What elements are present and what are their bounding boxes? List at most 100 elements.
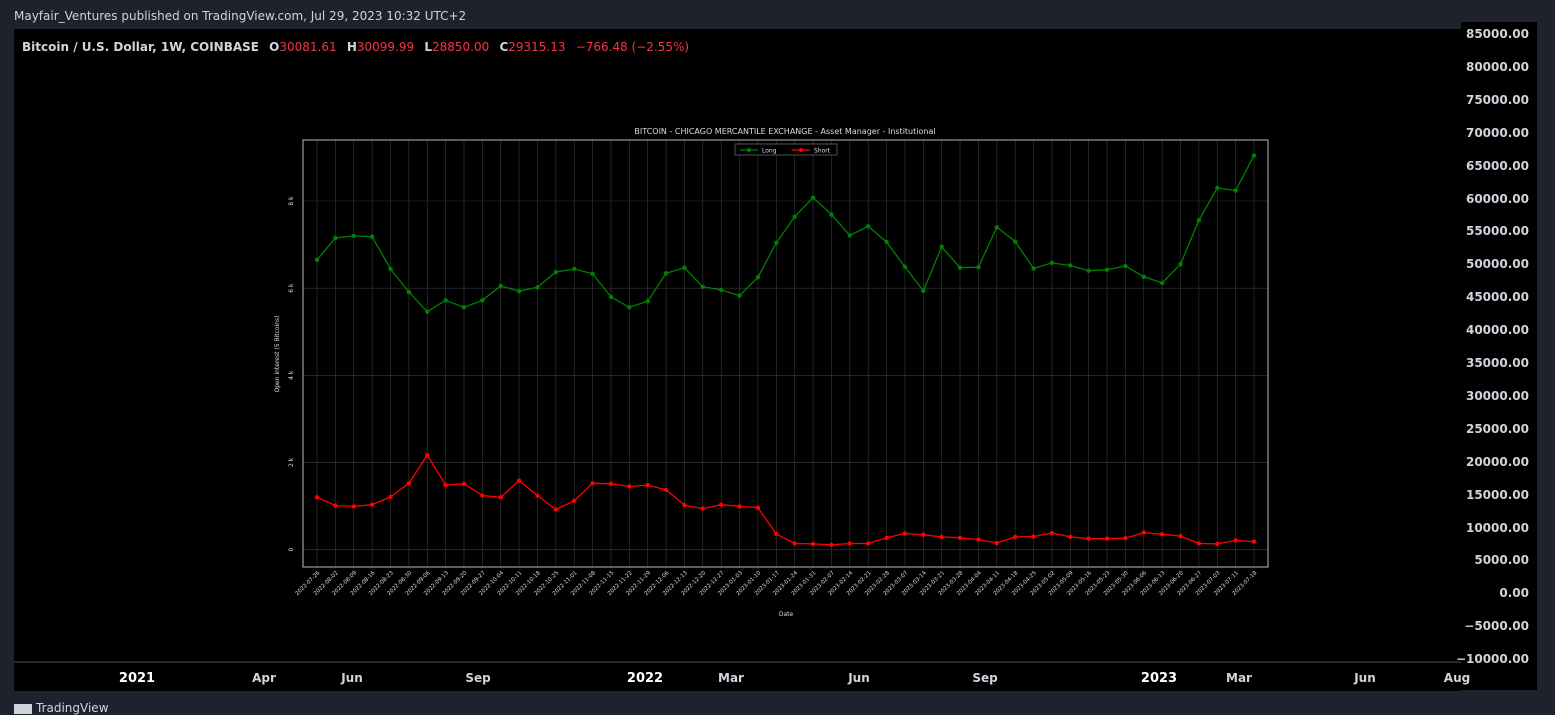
data-point-short [572, 498, 577, 503]
price-tick: 75000.00 [1465, 92, 1529, 107]
data-point-short [516, 478, 522, 483]
price-tick: 25000.00 [1465, 421, 1529, 436]
data-point-short [884, 535, 889, 541]
data-point-short [1141, 530, 1146, 535]
data-point-long [645, 299, 650, 304]
time-label: Jun [341, 671, 363, 685]
data-point-long [425, 309, 430, 314]
change-value: −766.48 (−2.55%) [575, 40, 690, 54]
time-label: 2022 [626, 671, 664, 686]
data-point-long [1251, 153, 1257, 158]
data-point-short [682, 502, 687, 508]
data-point-long [627, 305, 632, 310]
data-point-short [1049, 530, 1055, 536]
data-point-long [516, 288, 522, 294]
time-axis[interactable]: 2021 Apr Jun Sep 2022 Mar Jun Sep 2023 Mar Jun Aug [14, 662, 1470, 691]
data-point-long [1104, 267, 1110, 273]
data-point-short [1159, 532, 1165, 537]
chart-title: BITCOIN - CHICAGO MERCANTILE EXCHANGE - … [634, 127, 935, 136]
data-point-short [498, 495, 503, 500]
price-tick: −10000.00 [1455, 652, 1529, 667]
data-point-short [1123, 536, 1128, 541]
legend-long-marker [747, 148, 751, 152]
time-label: Jun [1354, 671, 1376, 685]
data-point-short [865, 541, 871, 546]
data-point-long [553, 269, 559, 275]
y-tick-label: 2 k [288, 457, 295, 467]
close-label: C [499, 40, 509, 54]
price-tick: 55000.00 [1465, 224, 1529, 239]
data-point-long [1031, 266, 1036, 271]
price-tick: 80000.00 [1465, 59, 1529, 74]
data-point-long [792, 214, 797, 219]
high-value: 30099.99 [356, 40, 415, 54]
price-tick: 50000.00 [1465, 257, 1529, 272]
embedded-cot-chart: BITCOIN - CHICAGO MERCANTILE EXCHANGE - … [274, 127, 1269, 618]
series-line-short [316, 453, 1255, 546]
data-point-long [369, 234, 375, 239]
y-tick-label: 6 k [288, 283, 295, 293]
data-point-long [663, 271, 669, 276]
price-tick: 65000.00 [1465, 158, 1529, 173]
x-axis-ticks: 2022-07-262022-08-022022-08-092022-08-16… [295, 570, 1259, 597]
data-point-short [976, 537, 981, 542]
data-point-long [1086, 268, 1091, 273]
data-point-short [847, 541, 853, 546]
data-point-short [351, 504, 356, 509]
data-point-short [737, 504, 742, 509]
symbol-name: Bitcoin / U.S. Dollar, 1W, COINBASE [22, 40, 259, 54]
data-point-short [1178, 533, 1183, 539]
data-point-short [608, 481, 614, 486]
price-tick: 20000.00 [1465, 454, 1529, 469]
data-point-long [829, 212, 834, 217]
data-point-long [884, 239, 889, 245]
time-label: Sep [465, 671, 491, 685]
data-point-short [333, 503, 338, 508]
price-tick: 0.00 [1499, 586, 1529, 601]
data-point-short [461, 481, 467, 486]
legend-long-label: Long [762, 148, 777, 155]
data-point-long [480, 298, 485, 303]
x-axis-label: Date [779, 611, 794, 618]
data-point-long [314, 257, 320, 263]
data-point-long [700, 284, 706, 290]
data-point-short [718, 502, 724, 507]
data-point-short [443, 482, 448, 488]
data-point-short [921, 532, 926, 537]
data-point-short [1251, 539, 1257, 544]
legend-short-marker [799, 148, 803, 152]
data-point-short [645, 482, 650, 488]
price-tick: 70000.00 [1465, 125, 1529, 140]
open-label: O [269, 40, 280, 54]
time-label: 2023 [1140, 671, 1178, 686]
data-point-long [1178, 261, 1183, 267]
data-point-short [1215, 541, 1220, 547]
data-point-long [498, 283, 503, 289]
price-tick: 85000.00 [1465, 27, 1529, 41]
data-point-long [1049, 260, 1055, 266]
time-label: Jun [848, 671, 870, 685]
data-point-long [682, 265, 687, 270]
data-point-short [994, 540, 999, 546]
data-point-long [1233, 188, 1238, 193]
series-group [314, 153, 1257, 547]
data-point-long [406, 289, 412, 295]
data-point-long [810, 195, 816, 200]
data-point-long [572, 266, 577, 272]
time-label: Sep [972, 671, 998, 685]
data-point-long [957, 265, 963, 270]
y-tick-label: 4 k [288, 370, 295, 380]
time-label: Mar [1226, 671, 1252, 685]
data-point-short [774, 531, 779, 537]
data-point-short [627, 484, 632, 489]
price-axis[interactable]: 85000.00 80000.00 75000.00 70000.00 65000.00… [1456, 22, 1537, 690]
data-point-short [553, 507, 559, 512]
data-point-long [755, 275, 761, 280]
tradingview-logo[interactable]: TradingView [14, 701, 109, 715]
data-point-long [351, 233, 356, 239]
data-point-short [480, 493, 485, 498]
data-point-short [1233, 538, 1238, 543]
time-label: Aug [1443, 671, 1471, 685]
data-point-long [1196, 217, 1202, 223]
data-point-short [792, 541, 797, 546]
